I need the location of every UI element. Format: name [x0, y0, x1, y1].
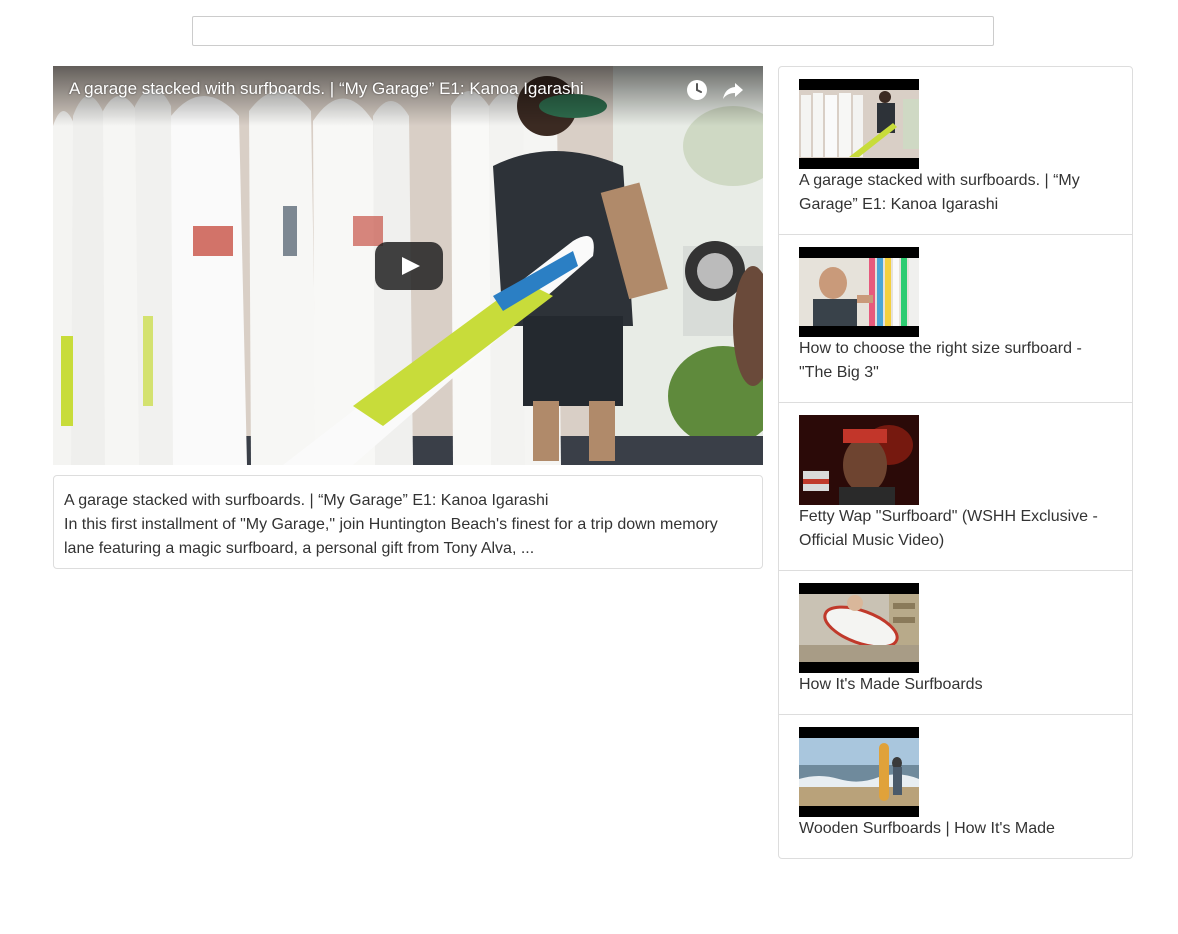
share-icon[interactable]	[721, 78, 745, 102]
play-button[interactable]	[375, 242, 443, 290]
video-description-card: A garage stacked with surfboards. | “My …	[53, 475, 763, 569]
video-list-item-title: Wooden Surfboards | How It's Made	[799, 820, 1055, 837]
video-description-text: In this first installment of "My Garage,…	[64, 516, 718, 557]
video-list-item-title: How It's Made Surfboards	[799, 676, 983, 693]
watch-later-icon[interactable]	[685, 78, 709, 102]
video-list-item[interactable]: How to choose the right size surfboard -…	[779, 235, 1132, 403]
play-icon	[375, 242, 443, 290]
video-list-item[interactable]: A garage stacked with surfboards. | “My …	[779, 67, 1132, 235]
video-thumbnail	[799, 583, 919, 673]
player-title[interactable]: A garage stacked with surfboards. | “My …	[69, 79, 584, 99]
video-list-item[interactable]: Fetty Wap "Surfboard" (WSHH Exclusive - …	[779, 403, 1132, 571]
video-list-item[interactable]: How It's Made Surfboards	[779, 571, 1132, 715]
search-input[interactable]	[192, 16, 994, 46]
video-list-item[interactable]: Wooden Surfboards | How It's Made	[779, 715, 1132, 858]
video-thumbnail	[799, 79, 919, 169]
video-thumbnail	[799, 727, 919, 817]
video-description-title: A garage stacked with surfboards. | “My …	[64, 492, 549, 509]
video-thumbnail	[799, 415, 919, 505]
video-thumbnail	[799, 247, 919, 337]
video-list-item-title: How to choose the right size surfboard -…	[799, 340, 1082, 381]
video-list-item-title: Fetty Wap "Surfboard" (WSHH Exclusive - …	[799, 508, 1098, 549]
video-list: A garage stacked with surfboards. | “My …	[778, 66, 1133, 859]
video-list-item-title: A garage stacked with surfboards. | “My …	[799, 172, 1080, 213]
video-player[interactable]: A garage stacked with surfboards. | “My …	[53, 66, 763, 465]
